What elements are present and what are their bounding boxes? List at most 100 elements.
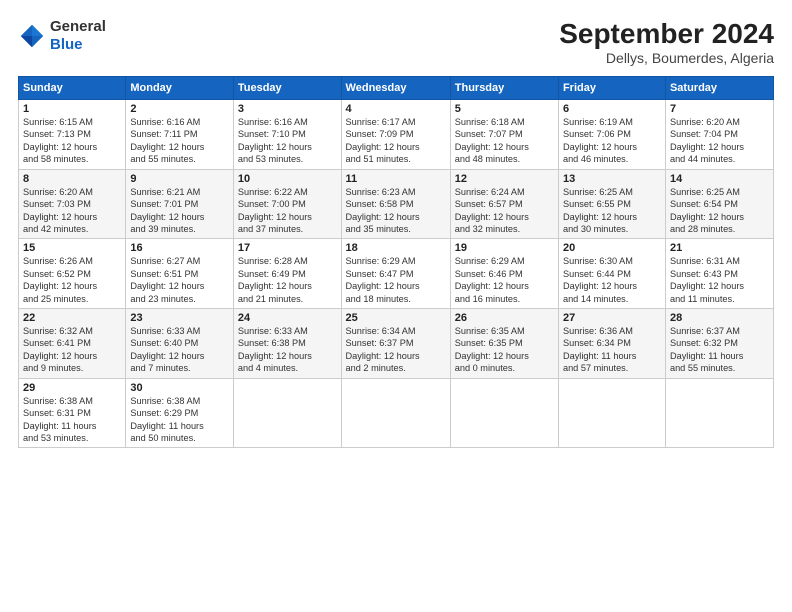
- day-info: Sunrise: 6:36 AM Sunset: 6:34 PM Dayligh…: [563, 325, 661, 375]
- calendar-week-row: 1Sunrise: 6:15 AM Sunset: 7:13 PM Daylig…: [19, 100, 774, 170]
- table-row: 15Sunrise: 6:26 AM Sunset: 6:52 PM Dayli…: [19, 239, 126, 309]
- day-info: Sunrise: 6:21 AM Sunset: 7:01 PM Dayligh…: [130, 186, 229, 236]
- day-info: Sunrise: 6:31 AM Sunset: 6:43 PM Dayligh…: [670, 255, 769, 305]
- day-info: Sunrise: 6:26 AM Sunset: 6:52 PM Dayligh…: [23, 255, 121, 305]
- day-number: 23: [130, 312, 229, 324]
- table-row: 13Sunrise: 6:25 AM Sunset: 6:55 PM Dayli…: [558, 169, 665, 239]
- day-info: Sunrise: 6:37 AM Sunset: 6:32 PM Dayligh…: [670, 325, 769, 375]
- day-number: 16: [130, 242, 229, 254]
- day-info: Sunrise: 6:29 AM Sunset: 6:47 PM Dayligh…: [346, 255, 446, 305]
- table-row: 6Sunrise: 6:19 AM Sunset: 7:06 PM Daylig…: [558, 100, 665, 170]
- col-monday: Monday: [126, 77, 234, 100]
- table-row: 14Sunrise: 6:25 AM Sunset: 6:54 PM Dayli…: [665, 169, 773, 239]
- day-info: Sunrise: 6:16 AM Sunset: 7:10 PM Dayligh…: [238, 116, 337, 166]
- day-number: 5: [455, 103, 554, 115]
- table-row: 3Sunrise: 6:16 AM Sunset: 7:10 PM Daylig…: [233, 100, 341, 170]
- day-number: 7: [670, 103, 769, 115]
- table-row: 8Sunrise: 6:20 AM Sunset: 7:03 PM Daylig…: [19, 169, 126, 239]
- table-row: 28Sunrise: 6:37 AM Sunset: 6:32 PM Dayli…: [665, 309, 773, 379]
- title-block: September 2024 Dellys, Boumerdes, Algeri…: [559, 18, 774, 66]
- logo-general: General: [50, 18, 106, 36]
- day-number: 24: [238, 312, 337, 324]
- day-info: Sunrise: 6:18 AM Sunset: 7:07 PM Dayligh…: [455, 116, 554, 166]
- day-number: 14: [670, 173, 769, 185]
- day-info: Sunrise: 6:38 AM Sunset: 6:29 PM Dayligh…: [130, 395, 229, 445]
- table-row: [233, 378, 341, 448]
- table-row: 24Sunrise: 6:33 AM Sunset: 6:38 PM Dayli…: [233, 309, 341, 379]
- table-row: 5Sunrise: 6:18 AM Sunset: 7:07 PM Daylig…: [450, 100, 558, 170]
- table-row: 18Sunrise: 6:29 AM Sunset: 6:47 PM Dayli…: [341, 239, 450, 309]
- calendar-week-row: 22Sunrise: 6:32 AM Sunset: 6:41 PM Dayli…: [19, 309, 774, 379]
- day-info: Sunrise: 6:25 AM Sunset: 6:55 PM Dayligh…: [563, 186, 661, 236]
- day-number: 21: [670, 242, 769, 254]
- table-row: [665, 378, 773, 448]
- day-info: Sunrise: 6:17 AM Sunset: 7:09 PM Dayligh…: [346, 116, 446, 166]
- calendar-week-row: 29Sunrise: 6:38 AM Sunset: 6:31 PM Dayli…: [19, 378, 774, 448]
- day-number: 9: [130, 173, 229, 185]
- day-info: Sunrise: 6:25 AM Sunset: 6:54 PM Dayligh…: [670, 186, 769, 236]
- table-row: 27Sunrise: 6:36 AM Sunset: 6:34 PM Dayli…: [558, 309, 665, 379]
- table-row: 2Sunrise: 6:16 AM Sunset: 7:11 PM Daylig…: [126, 100, 234, 170]
- day-info: Sunrise: 6:16 AM Sunset: 7:11 PM Dayligh…: [130, 116, 229, 166]
- day-info: Sunrise: 6:22 AM Sunset: 7:00 PM Dayligh…: [238, 186, 337, 236]
- day-number: 22: [23, 312, 121, 324]
- logo: General Blue: [18, 18, 106, 54]
- day-number: 18: [346, 242, 446, 254]
- day-number: 12: [455, 173, 554, 185]
- day-info: Sunrise: 6:35 AM Sunset: 6:35 PM Dayligh…: [455, 325, 554, 375]
- day-number: 28: [670, 312, 769, 324]
- day-number: 29: [23, 382, 121, 394]
- day-number: 3: [238, 103, 337, 115]
- table-row: [341, 378, 450, 448]
- table-row: 26Sunrise: 6:35 AM Sunset: 6:35 PM Dayli…: [450, 309, 558, 379]
- col-saturday: Saturday: [665, 77, 773, 100]
- day-number: 26: [455, 312, 554, 324]
- day-number: 1: [23, 103, 121, 115]
- day-number: 20: [563, 242, 661, 254]
- table-row: 7Sunrise: 6:20 AM Sunset: 7:04 PM Daylig…: [665, 100, 773, 170]
- table-row: [450, 378, 558, 448]
- calendar-week-row: 15Sunrise: 6:26 AM Sunset: 6:52 PM Dayli…: [19, 239, 774, 309]
- table-row: 21Sunrise: 6:31 AM Sunset: 6:43 PM Dayli…: [665, 239, 773, 309]
- table-row: 22Sunrise: 6:32 AM Sunset: 6:41 PM Dayli…: [19, 309, 126, 379]
- day-info: Sunrise: 6:33 AM Sunset: 6:38 PM Dayligh…: [238, 325, 337, 375]
- day-info: Sunrise: 6:28 AM Sunset: 6:49 PM Dayligh…: [238, 255, 337, 305]
- table-row: 11Sunrise: 6:23 AM Sunset: 6:58 PM Dayli…: [341, 169, 450, 239]
- table-row: 9Sunrise: 6:21 AM Sunset: 7:01 PM Daylig…: [126, 169, 234, 239]
- day-number: 6: [563, 103, 661, 115]
- table-row: 10Sunrise: 6:22 AM Sunset: 7:00 PM Dayli…: [233, 169, 341, 239]
- table-row: 17Sunrise: 6:28 AM Sunset: 6:49 PM Dayli…: [233, 239, 341, 309]
- table-row: [558, 378, 665, 448]
- logo-text: General Blue: [50, 18, 106, 54]
- col-wednesday: Wednesday: [341, 77, 450, 100]
- table-row: 30Sunrise: 6:38 AM Sunset: 6:29 PM Dayli…: [126, 378, 234, 448]
- table-row: 25Sunrise: 6:34 AM Sunset: 6:37 PM Dayli…: [341, 309, 450, 379]
- logo-icon: [18, 22, 46, 50]
- table-row: 4Sunrise: 6:17 AM Sunset: 7:09 PM Daylig…: [341, 100, 450, 170]
- page: General Blue September 2024 Dellys, Boum…: [0, 0, 792, 612]
- table-row: 16Sunrise: 6:27 AM Sunset: 6:51 PM Dayli…: [126, 239, 234, 309]
- day-number: 25: [346, 312, 446, 324]
- col-friday: Friday: [558, 77, 665, 100]
- day-number: 8: [23, 173, 121, 185]
- calendar-title: September 2024: [559, 18, 774, 50]
- day-number: 27: [563, 312, 661, 324]
- table-row: 1Sunrise: 6:15 AM Sunset: 7:13 PM Daylig…: [19, 100, 126, 170]
- day-info: Sunrise: 6:23 AM Sunset: 6:58 PM Dayligh…: [346, 186, 446, 236]
- calendar-table: Sunday Monday Tuesday Wednesday Thursday…: [18, 76, 774, 448]
- day-info: Sunrise: 6:27 AM Sunset: 6:51 PM Dayligh…: [130, 255, 229, 305]
- day-info: Sunrise: 6:34 AM Sunset: 6:37 PM Dayligh…: [346, 325, 446, 375]
- day-number: 10: [238, 173, 337, 185]
- table-row: 20Sunrise: 6:30 AM Sunset: 6:44 PM Dayli…: [558, 239, 665, 309]
- day-info: Sunrise: 6:38 AM Sunset: 6:31 PM Dayligh…: [23, 395, 121, 445]
- day-number: 17: [238, 242, 337, 254]
- day-number: 30: [130, 382, 229, 394]
- table-row: 23Sunrise: 6:33 AM Sunset: 6:40 PM Dayli…: [126, 309, 234, 379]
- day-number: 19: [455, 242, 554, 254]
- day-info: Sunrise: 6:32 AM Sunset: 6:41 PM Dayligh…: [23, 325, 121, 375]
- day-info: Sunrise: 6:20 AM Sunset: 7:04 PM Dayligh…: [670, 116, 769, 166]
- day-number: 11: [346, 173, 446, 185]
- table-row: 29Sunrise: 6:38 AM Sunset: 6:31 PM Dayli…: [19, 378, 126, 448]
- day-number: 2: [130, 103, 229, 115]
- day-number: 4: [346, 103, 446, 115]
